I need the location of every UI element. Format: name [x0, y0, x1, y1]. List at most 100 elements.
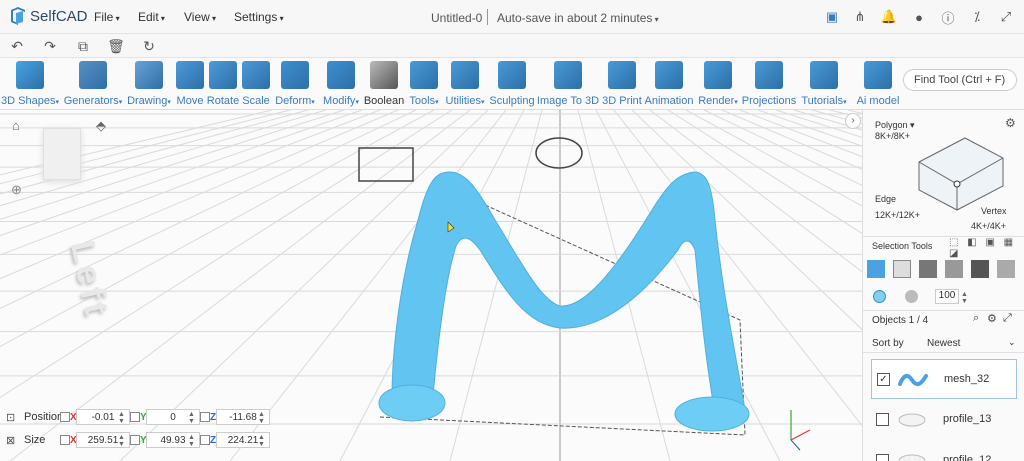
- position-y-lock[interactable]: [130, 412, 140, 422]
- size-y-spinner[interactable]: ▲ ▼: [188, 434, 195, 448]
- share-icon[interactable]: ⋔: [851, 8, 869, 26]
- search-icon[interactable]: ⌕: [973, 312, 979, 325]
- expand-icon[interactable]: ⤢: [1003, 312, 1012, 325]
- brush-size-spinner[interactable]: ▲ ▼: [961, 291, 968, 305]
- axis-gizmo: [790, 410, 811, 451]
- tool-3d-print[interactable]: 3D Print: [602, 61, 642, 107]
- user-icon[interactable]: ●: [910, 8, 928, 26]
- position-x-spinner[interactable]: ▲ ▼: [118, 411, 125, 425]
- camera-icon[interactable]: ⬘: [96, 118, 106, 134]
- brush-size-input[interactable]: 100: [935, 289, 959, 304]
- fullscreen-icon[interactable]: ⤢: [997, 8, 1015, 26]
- tool-tutorials[interactable]: Tutorials: [801, 61, 846, 107]
- save-icon[interactable]: ▣: [823, 8, 841, 26]
- refresh-icon[interactable]: ↻: [140, 37, 158, 55]
- tool-image-to-3d[interactable]: Image To 3D: [537, 61, 599, 107]
- select-face-icon[interactable]: [893, 260, 911, 278]
- tool-label: Rotate: [206, 95, 240, 107]
- brush-shape-circle-icon[interactable]: [873, 290, 886, 303]
- selection-cube-diagram: [918, 137, 1004, 211]
- tool-deform[interactable]: Deform: [275, 61, 315, 107]
- tool-tools[interactable]: Tools: [409, 61, 438, 107]
- object-checkbox[interactable]: ✓: [877, 373, 890, 386]
- menu-settings[interactable]: Settings: [234, 10, 284, 24]
- menu-file[interactable]: File: [94, 10, 120, 24]
- selection-mode-icons[interactable]: ⬚ ◧ ▣ ▦ ◪: [949, 237, 1024, 259]
- tool-modify[interactable]: Modify: [323, 61, 359, 107]
- position-z-lock[interactable]: [200, 412, 210, 422]
- tutorials-icon: [809, 61, 838, 89]
- menu-view[interactable]: View: [184, 10, 216, 24]
- copy-icon[interactable]: ⧉: [74, 37, 92, 55]
- sort-by-label: Sort by: [872, 338, 904, 349]
- object-settings-icon[interactable]: ⚙: [987, 312, 997, 325]
- tool-utilities[interactable]: Utilities: [446, 61, 485, 107]
- tool-scale[interactable]: Scale: [242, 61, 270, 107]
- tool-boolean[interactable]: Boolean: [364, 61, 404, 107]
- redo-icon[interactable]: ↷: [41, 37, 59, 55]
- brush-shape-sphere-icon[interactable]: [905, 290, 918, 303]
- position-y-spinner[interactable]: ▲ ▼: [188, 411, 195, 425]
- select-vertex-icon[interactable]: [945, 260, 963, 278]
- navigation-cube[interactable]: [43, 128, 81, 180]
- app-logo[interactable]: SelfCAD: [10, 7, 88, 25]
- sort-select[interactable]: Newest: [927, 338, 960, 349]
- size-x-spinner[interactable]: ▲ ▼: [118, 434, 125, 448]
- select-paint-icon[interactable]: [997, 260, 1015, 278]
- tool-generators[interactable]: Generators: [64, 61, 123, 107]
- polygon-mode-label[interactable]: Polygon ▾: [875, 120, 915, 131]
- tool-label: Tools: [409, 95, 438, 107]
- objects-count: Objects 1 / 4: [872, 315, 929, 326]
- delete-icon[interactable]: 🗑: [107, 37, 125, 55]
- vertex-label: Vertex: [981, 206, 1007, 216]
- mesh-m-object[interactable]: [378, 171, 750, 432]
- collapse-panel-button[interactable]: ›: [845, 113, 861, 129]
- object-checkbox[interactable]: [876, 454, 889, 461]
- select-solid-icon[interactable]: [971, 260, 989, 278]
- units-icon[interactable]: ⁒: [968, 8, 986, 26]
- tool-animation[interactable]: Animation: [645, 61, 693, 107]
- move-icon: [176, 61, 204, 89]
- autosave-status[interactable]: Auto-save in about 2 minutes: [497, 11, 659, 25]
- mesh-thumbnail-icon: [898, 372, 928, 388]
- reference-circle[interactable]: [535, 137, 583, 169]
- tool-rotate[interactable]: Rotate: [207, 61, 239, 107]
- orbit-icon[interactable]: ⊕: [11, 182, 22, 198]
- tool-sculpting[interactable]: Sculpting: [489, 61, 535, 107]
- object-checkbox[interactable]: [876, 413, 889, 426]
- tool-render[interactable]: Render: [698, 61, 738, 107]
- position-icon: ⊡: [6, 411, 16, 424]
- find-tool-input[interactable]: Find Tool (Ctrl + F): [903, 69, 1017, 91]
- info-icon[interactable]: ⓘ: [939, 8, 957, 26]
- sort-chevron-down-icon[interactable]: ⌄: [1008, 337, 1016, 348]
- position-x-lock[interactable]: [60, 412, 70, 422]
- undo-icon[interactable]: ↶: [8, 37, 26, 55]
- size-y-lock[interactable]: [130, 435, 140, 445]
- tool-projections[interactable]: Projections: [742, 61, 796, 107]
- size-z-lock[interactable]: [200, 435, 210, 445]
- utilities-icon: [451, 61, 479, 89]
- tool-3d-shapes[interactable]: 3D Shapes: [1, 61, 59, 107]
- profile-thumbnail-icon: [897, 453, 927, 461]
- 3d-viewport[interactable]: ⌂ ⬘ ⊕ Left ⊡ Position X -0.01 ▲ ▼ Y 0 ▲ ▼ …: [0, 110, 862, 461]
- menu-edit[interactable]: Edit: [138, 10, 165, 24]
- tool-label: Boolean: [363, 95, 405, 107]
- tool-ai-model[interactable]: Ai model: [857, 61, 899, 107]
- edge-count: 12K+/12K+: [875, 210, 921, 220]
- position-z-spinner[interactable]: ▲ ▼: [258, 411, 265, 425]
- object-row[interactable]: profile_13: [871, 400, 1017, 440]
- size-x-lock[interactable]: [60, 435, 70, 445]
- select-edge-icon[interactable]: [919, 260, 937, 278]
- object-row[interactable]: ✓ mesh_32: [871, 359, 1017, 399]
- boolean-icon: [370, 61, 398, 89]
- tool-label: Tutorials: [801, 95, 846, 107]
- document-title[interactable]: Untitled-0: [431, 11, 482, 25]
- size-z-spinner[interactable]: ▲ ▼: [258, 434, 265, 448]
- tool-move[interactable]: Move: [176, 61, 204, 107]
- notifications-icon[interactable]: 🔔: [880, 8, 898, 26]
- select-object-icon[interactable]: [867, 260, 885, 278]
- tool-drawing[interactable]: Drawing: [127, 61, 171, 107]
- home-view-icon[interactable]: ⌂: [12, 118, 20, 133]
- quick-toolbar: ↶ ↷ ⧉ 🗑 ↻: [0, 34, 1024, 58]
- object-row[interactable]: profile_12: [871, 441, 1017, 461]
